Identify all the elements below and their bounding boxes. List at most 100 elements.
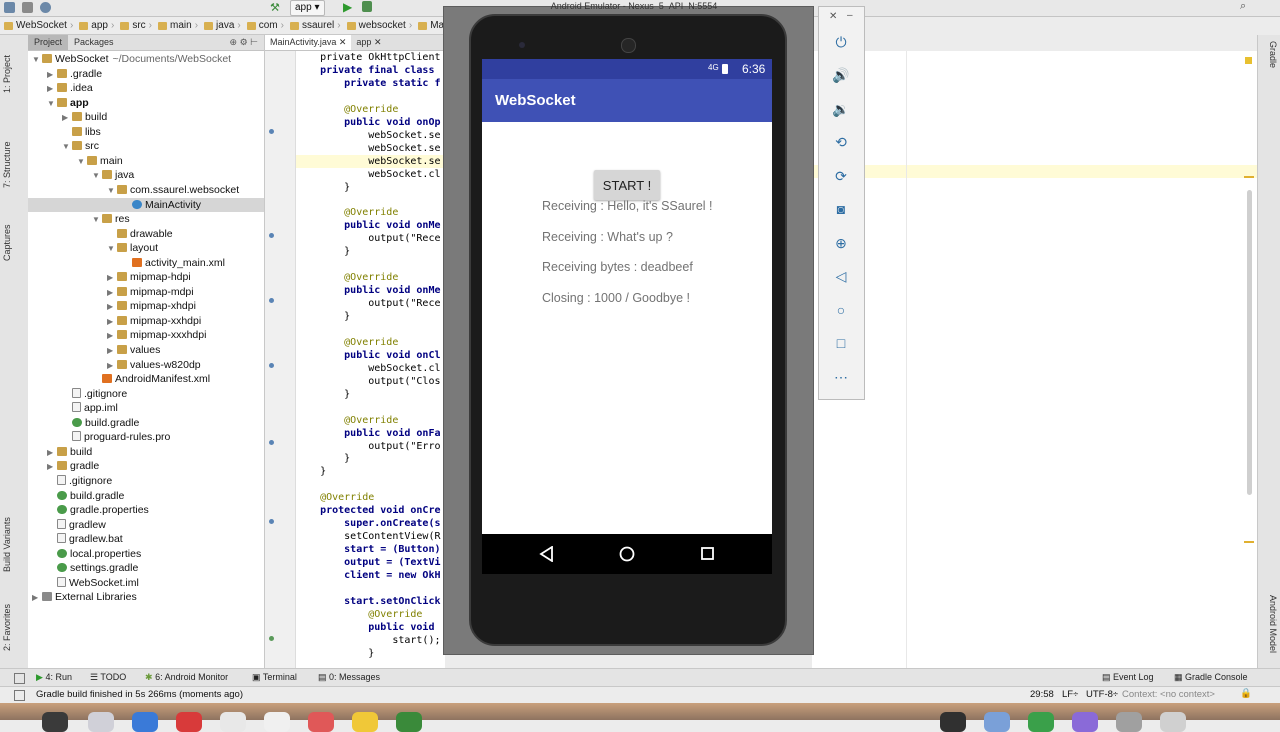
status-toggle-icon[interactable] [14, 690, 25, 701]
run-icon[interactable]: ▶ [343, 0, 352, 14]
expand-arrow-icon[interactable]: ▼ [47, 97, 57, 111]
app-icon[interactable] [984, 712, 1010, 732]
tree-item[interactable]: ▶ values [28, 343, 160, 357]
expand-arrow-icon[interactable]: ▼ [107, 242, 117, 256]
tree-item[interactable]: ▼ layout [28, 241, 158, 255]
tree-item[interactable]: .gitignore [28, 387, 127, 401]
tree-item[interactable]: WebSocket.iml [28, 576, 139, 590]
calendar-icon[interactable] [308, 712, 334, 732]
tab-project[interactable]: 1: Project [2, 39, 24, 109]
trash-icon[interactable] [1160, 712, 1186, 732]
tab-android-model[interactable]: Android Model [1260, 595, 1278, 665]
tab-gradle[interactable]: Gradle [1260, 41, 1278, 89]
implements-marker-icon[interactable] [269, 636, 274, 641]
expand-arrow-icon[interactable]: ▼ [92, 213, 102, 227]
tree-item[interactable]: drawable [28, 227, 173, 241]
volume-up-icon[interactable]: 🔊 [830, 64, 852, 86]
expand-arrow-icon[interactable]: ▼ [92, 169, 102, 183]
tree-item[interactable]: ▶ .idea [28, 81, 93, 95]
more-icon[interactable]: ⋯ [830, 366, 852, 388]
rotate-right-icon[interactable]: ⟳ [830, 165, 852, 187]
debug-icon[interactable] [362, 1, 372, 12]
analysis-status-icon[interactable] [1245, 57, 1252, 64]
collapse-arrow-icon[interactable]: ▶ [47, 68, 57, 82]
collapse-arrow-icon[interactable]: ▶ [47, 460, 57, 474]
save-icon[interactable] [22, 2, 33, 13]
tool-terminal[interactable]: ▣ Terminal [252, 672, 297, 683]
start-button[interactable]: START ! [594, 170, 660, 200]
collapse-arrow-icon[interactable]: ▶ [107, 315, 117, 329]
breadcrumb-item[interactable]: com › [243, 20, 286, 31]
collapse-arrow-icon[interactable]: ▶ [107, 344, 117, 358]
error-stripe-marker[interactable] [1244, 176, 1254, 178]
tree-item[interactable]: ▶ mipmap-hdpi [28, 270, 191, 284]
tree-item[interactable]: ▶ values-w820dp [28, 358, 201, 372]
sync-icon[interactable] [40, 2, 51, 13]
collapse-arrow-icon[interactable]: ▶ [32, 591, 42, 605]
open-icon[interactable] [4, 2, 15, 13]
build-icon[interactable]: ⚒ [270, 1, 280, 14]
override-marker-icon[interactable] [269, 519, 274, 524]
tree-item[interactable]: ▶ mipmap-xhdpi [28, 299, 196, 313]
nav-back-icon[interactable] [539, 546, 555, 562]
nav-home-icon[interactable] [619, 546, 635, 562]
overview-icon[interactable]: □ [830, 332, 852, 354]
override-marker-icon[interactable] [269, 233, 274, 238]
collapse-arrow-icon[interactable]: ▶ [107, 359, 117, 373]
caret-position[interactable]: 29:58 [1030, 689, 1054, 700]
tree-item[interactable]: ▼ res [28, 212, 130, 226]
breadcrumb-item[interactable]: ssaurel › [286, 20, 343, 31]
breadcrumb-item[interactable]: src › [116, 20, 154, 31]
tree-item[interactable]: ▼ com.ssaurel.websocket [28, 183, 239, 197]
finder-icon[interactable] [42, 712, 68, 732]
expand-arrow-icon[interactable]: ▼ [77, 155, 87, 169]
code-editor[interactable]: private OkHttpClient private final class… [296, 51, 445, 668]
tree-item[interactable]: ▶ mipmap-xxxhdpi [28, 328, 206, 342]
expand-arrow-icon[interactable]: ▼ [32, 53, 42, 67]
tab-app[interactable]: app ✕ [351, 35, 386, 50]
app-icon[interactable] [1116, 712, 1142, 732]
tree-item[interactable]: .gitignore [28, 474, 112, 488]
tree-item[interactable]: ▶ mipmap-mdpi [28, 285, 194, 299]
tree-item[interactable]: ▼ app [28, 96, 89, 110]
breadcrumb-item[interactable]: java › [200, 20, 243, 31]
tree-item[interactable]: gradle.properties [28, 503, 149, 517]
collapse-arrow-icon[interactable]: ▶ [107, 300, 117, 314]
collapse-arrow-icon[interactable]: ▶ [47, 446, 57, 460]
rotate-left-icon[interactable]: ⟲ [830, 131, 852, 153]
tree-item[interactable]: app.iml [28, 401, 118, 415]
mail-icon[interactable] [220, 712, 246, 732]
tree-item[interactable]: build.gradle [28, 489, 124, 503]
run-config-select[interactable]: app ▾ [290, 0, 325, 16]
tree-item[interactable]: libs [28, 125, 101, 139]
collapse-arrow-icon[interactable]: ▶ [47, 82, 57, 96]
app-icon[interactable] [264, 712, 290, 732]
collapse-arrow-icon[interactable]: ▶ [107, 286, 117, 300]
tree-item[interactable]: activity_main.xml [28, 256, 225, 270]
back-icon[interactable]: ◁ [830, 265, 852, 287]
breadcrumb-item[interactable]: Mai [414, 20, 445, 31]
tab-favorites[interactable]: 2: Favorites [2, 595, 24, 660]
override-marker-icon[interactable] [269, 363, 274, 368]
collapse-arrow-icon[interactable]: ▶ [107, 329, 117, 343]
volume-down-icon[interactable]: 🔉 [830, 98, 852, 120]
override-marker-icon[interactable] [269, 440, 274, 445]
tab-project-view[interactable]: Project [28, 35, 69, 50]
breadcrumb-item[interactable]: WebSocket › [0, 20, 75, 31]
home-icon[interactable]: ○ [830, 299, 852, 321]
line-separator[interactable]: LF÷ [1062, 689, 1078, 700]
tool-run[interactable]: ▶ 4: Run [36, 672, 72, 683]
terminal-app-icon[interactable] [940, 712, 966, 732]
tool-gradle-console[interactable]: ▦ Gradle Console [1174, 672, 1248, 683]
tree-item[interactable]: ▶ External Libraries [28, 590, 137, 604]
notes-icon[interactable] [352, 712, 378, 732]
zoom-icon[interactable]: ⊕ [830, 232, 852, 254]
power-icon[interactable]: ⏻ [830, 31, 852, 53]
file-encoding[interactable]: UTF-8÷ [1086, 689, 1118, 700]
tree-item[interactable]: ▼ java [28, 168, 134, 182]
launchpad-icon[interactable] [88, 712, 114, 732]
collapse-arrow-icon[interactable]: ▶ [62, 111, 72, 125]
tree-item[interactable]: local.properties [28, 547, 141, 561]
tool-event-log[interactable]: ▤ Event Log [1102, 672, 1154, 683]
tree-item[interactable]: settings.gradle [28, 561, 138, 575]
